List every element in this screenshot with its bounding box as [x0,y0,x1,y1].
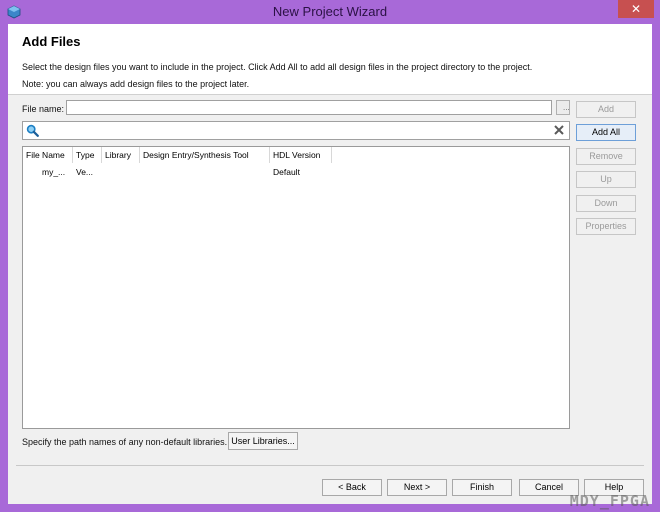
remove-button[interactable]: Remove [576,148,636,165]
wizard-window: New Project Wizard ✕ Add Files Select th… [0,0,660,512]
cell-library [102,165,140,179]
column-header-type[interactable]: Type [73,147,102,163]
cell-hdl-version: Default [273,167,300,177]
wizard-header: Add Files Select the design files you wa… [8,24,652,95]
file-name-input[interactable] [66,100,552,115]
clear-icon[interactable] [553,124,565,136]
column-header-library[interactable]: Library [102,147,140,163]
back-button[interactable]: < Back [322,479,382,496]
search-icon [26,124,39,137]
column-header-tool[interactable]: Design Entry/Synthesis Tool [140,147,270,163]
cell-type: Ve... [76,167,94,177]
title-bar[interactable]: New Project Wizard ✕ [0,0,660,24]
cell-file-name: my_... [42,167,66,177]
file-name-label: File name: [22,104,65,114]
down-button[interactable]: Down [576,195,636,212]
next-button[interactable]: Next > [387,479,447,496]
cell-tool [140,165,270,179]
files-table: File Name Type Library Design Entry/Synt… [22,146,570,429]
page-title: Add Files [22,34,81,49]
search-input[interactable] [43,123,552,140]
page-note: Note: you can always add design files to… [22,79,250,89]
browse-button[interactable]: ... [556,100,570,115]
watermark: MDY_FPGA [569,492,650,510]
add-all-button[interactable]: Add All [576,124,636,141]
up-button[interactable]: Up [576,171,636,188]
window-title: New Project Wizard [272,4,388,19]
finish-button[interactable]: Finish [452,479,512,496]
column-header-hdl-version[interactable]: HDL Version [270,147,332,163]
search-box[interactable] [22,121,570,140]
wizard-content: Add Files Select the design files you wa… [8,24,652,504]
footer-divider [16,465,644,466]
properties-button[interactable]: Properties [576,218,636,235]
table-row[interactable]: my_... Ve... Default [23,165,569,179]
column-header-file-name[interactable]: File Name [23,147,73,163]
add-button[interactable]: Add [576,101,636,118]
table-header: File Name Type Library Design Entry/Synt… [23,147,569,163]
page-description: Select the design files you want to incl… [22,62,533,72]
libraries-label: Specify the path names of any non-defaul… [22,437,228,447]
close-button[interactable]: ✕ [618,0,654,18]
user-libraries-button[interactable]: User Libraries... [228,432,298,450]
